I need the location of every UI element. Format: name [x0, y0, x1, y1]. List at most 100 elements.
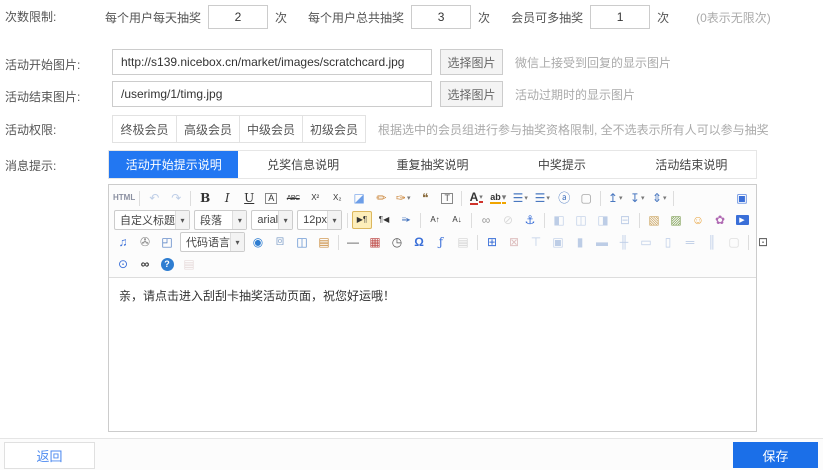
- preview-icon[interactable]: ⊙: [113, 255, 133, 273]
- unlink-icon[interactable]: ⊘: [498, 211, 518, 229]
- size-select[interactable]: 12px▾: [297, 210, 342, 230]
- char-border-icon[interactable]: A: [261, 189, 281, 207]
- paste-plain-icon[interactable]: T: [437, 189, 457, 207]
- empty-doc-icon[interactable]: ▢: [576, 189, 596, 207]
- insert-row-icon[interactable]: ▬: [592, 233, 612, 251]
- remove-format-icon[interactable]: ◪: [349, 189, 369, 207]
- screenshot-icon[interactable]: ◰: [157, 233, 177, 251]
- video-icon[interactable]: ▶: [732, 211, 752, 229]
- strikethrough-icon[interactable]: ABC: [283, 189, 303, 207]
- insert-col-icon[interactable]: ▮: [570, 233, 590, 251]
- total-draw-input[interactable]: [411, 5, 471, 29]
- fontsize-down-icon[interactable]: A↓: [447, 211, 467, 229]
- source-icon[interactable]: HTML: [113, 189, 135, 207]
- ordered-list-icon[interactable]: ☰▾: [510, 189, 530, 207]
- template-icon[interactable]: ▤: [314, 233, 334, 251]
- help-icon[interactable]: ?: [157, 255, 177, 273]
- anchor-ref-icon[interactable]: ⓐ: [554, 189, 574, 207]
- word-image-icon[interactable]: ▤: [453, 233, 473, 251]
- font-color-icon[interactable]: A▾: [466, 189, 486, 207]
- back-button[interactable]: 返回: [4, 442, 95, 469]
- split-col-icon[interactable]: ║: [702, 233, 722, 251]
- code-lang-select[interactable]: 代码语言▾: [180, 232, 245, 252]
- insert-image-icon[interactable]: ▨: [666, 211, 686, 229]
- image-icon[interactable]: ▧: [644, 211, 664, 229]
- chevron-down-icon: ▾: [663, 195, 667, 202]
- img-align-right-icon[interactable]: ◨: [593, 211, 613, 229]
- img-align-left-icon[interactable]: ◧: [549, 211, 569, 229]
- bold-icon[interactable]: B: [195, 189, 215, 207]
- subscript-icon[interactable]: X₂: [327, 189, 347, 207]
- attachment-icon[interactable]: ✇: [135, 233, 155, 251]
- tab-win-note[interactable]: 中奖提示: [497, 151, 626, 178]
- img-align-center-icon[interactable]: ◫: [571, 211, 591, 229]
- music-icon[interactable]: ♫: [113, 233, 133, 251]
- superscript-icon[interactable]: X²: [305, 189, 325, 207]
- font-select[interactable]: arial▾: [251, 210, 293, 230]
- merge-right-icon[interactable]: ▭: [636, 233, 656, 251]
- emoji-icon[interactable]: ☺: [688, 211, 708, 229]
- dir-ltr-icon[interactable]: ▶¶: [352, 211, 372, 229]
- end-image-label: 活动结束图片:: [5, 88, 80, 105]
- time-icon[interactable]: ◷: [387, 233, 407, 251]
- member-extra-draw-input[interactable]: [590, 5, 650, 29]
- fontsize-up-icon[interactable]: A↑: [425, 211, 445, 229]
- map-icon[interactable]: ◉: [248, 233, 268, 251]
- date-icon[interactable]: ▦: [365, 233, 385, 251]
- member-ultimate-button[interactable]: 终极会员: [113, 116, 176, 142]
- blockquote-icon[interactable]: ❝: [415, 189, 435, 207]
- anchor-icon[interactable]: ⚓: [520, 211, 540, 229]
- para-spacing-top-icon[interactable]: ↥▾: [605, 189, 625, 207]
- columns-icon[interactable]: ◫: [292, 233, 312, 251]
- unordered-list-icon[interactable]: ☰▾: [532, 189, 552, 207]
- split-row-icon[interactable]: ═: [680, 233, 700, 251]
- iframe-icon[interactable]: 回: [270, 233, 290, 251]
- link-icon[interactable]: ∞: [476, 211, 496, 229]
- find-replace-icon[interactable]: ∞: [135, 255, 155, 273]
- spechars-icon[interactable]: Ω: [409, 233, 429, 251]
- table-title-icon[interactable]: ⊤: [526, 233, 546, 251]
- merge-down-icon[interactable]: ▯: [658, 233, 678, 251]
- scrawl-icon[interactable]: ✿: [710, 211, 730, 229]
- hr-icon[interactable]: —: [343, 233, 363, 251]
- tab-activity-start-note[interactable]: 活动开始提示说明: [109, 151, 238, 178]
- indent-icon[interactable]: ≡▸: [396, 211, 416, 229]
- paste-icon[interactable]: ▤: [179, 255, 199, 273]
- merge-cells-icon[interactable]: ▣: [548, 233, 568, 251]
- line-height-icon[interactable]: ⇕▾: [649, 189, 669, 207]
- start-image-pick-button[interactable]: 选择图片: [440, 49, 503, 75]
- heading-select[interactable]: 自定义标题▾: [114, 210, 190, 230]
- paragraph-select[interactable]: 段落▾: [194, 210, 247, 230]
- tab-redeem-info[interactable]: 兑奖信息说明: [238, 151, 367, 178]
- para-spacing-bottom-icon[interactable]: ↧▾: [627, 189, 647, 207]
- undo-icon[interactable]: ↶: [144, 189, 164, 207]
- end-image-input[interactable]: [112, 81, 432, 107]
- format-brush-icon[interactable]: ✏: [371, 189, 391, 207]
- toolbar-separator: [477, 235, 478, 250]
- member-senior-button[interactable]: 高级会员: [176, 116, 239, 142]
- page-break-icon[interactable]: ▢: [724, 233, 744, 251]
- member-junior-button[interactable]: 初级会员: [302, 116, 365, 142]
- start-image-input[interactable]: [112, 49, 432, 75]
- delete-table-icon[interactable]: ⊠: [504, 233, 524, 251]
- split-cell-icon[interactable]: ╫: [614, 233, 634, 251]
- save-button[interactable]: 保存: [733, 442, 818, 468]
- italic-icon[interactable]: I: [217, 189, 237, 207]
- dir-rtl-icon[interactable]: ¶◀: [374, 211, 394, 229]
- redo-icon[interactable]: ↷: [166, 189, 186, 207]
- daily-draw-input[interactable]: [208, 5, 268, 29]
- underline-icon[interactable]: U: [239, 189, 259, 207]
- tab-repeat-draw-note[interactable]: 重复抽奖说明: [368, 151, 497, 178]
- fullscreen-icon[interactable]: ▣: [732, 189, 752, 207]
- img-align-none-icon[interactable]: ⊟: [615, 211, 635, 229]
- toolbar-separator: [639, 213, 640, 228]
- member-middle-button[interactable]: 中级会员: [239, 116, 302, 142]
- autotypeset-icon[interactable]: ✑▾: [393, 189, 413, 207]
- print-icon[interactable]: ⊡: [753, 233, 773, 251]
- tab-activity-end-note[interactable]: 活动结束说明: [627, 151, 756, 178]
- editor-content-area[interactable]: 亲，请点击进入刮刮卡抽奖活动页面，祝您好运哦！: [109, 278, 756, 431]
- highlight-icon[interactable]: ab▾: [488, 189, 508, 207]
- formula-icon[interactable]: ƒ: [431, 233, 451, 251]
- end-image-pick-button[interactable]: 选择图片: [440, 81, 503, 107]
- insert-table-icon[interactable]: ⊞: [482, 233, 502, 251]
